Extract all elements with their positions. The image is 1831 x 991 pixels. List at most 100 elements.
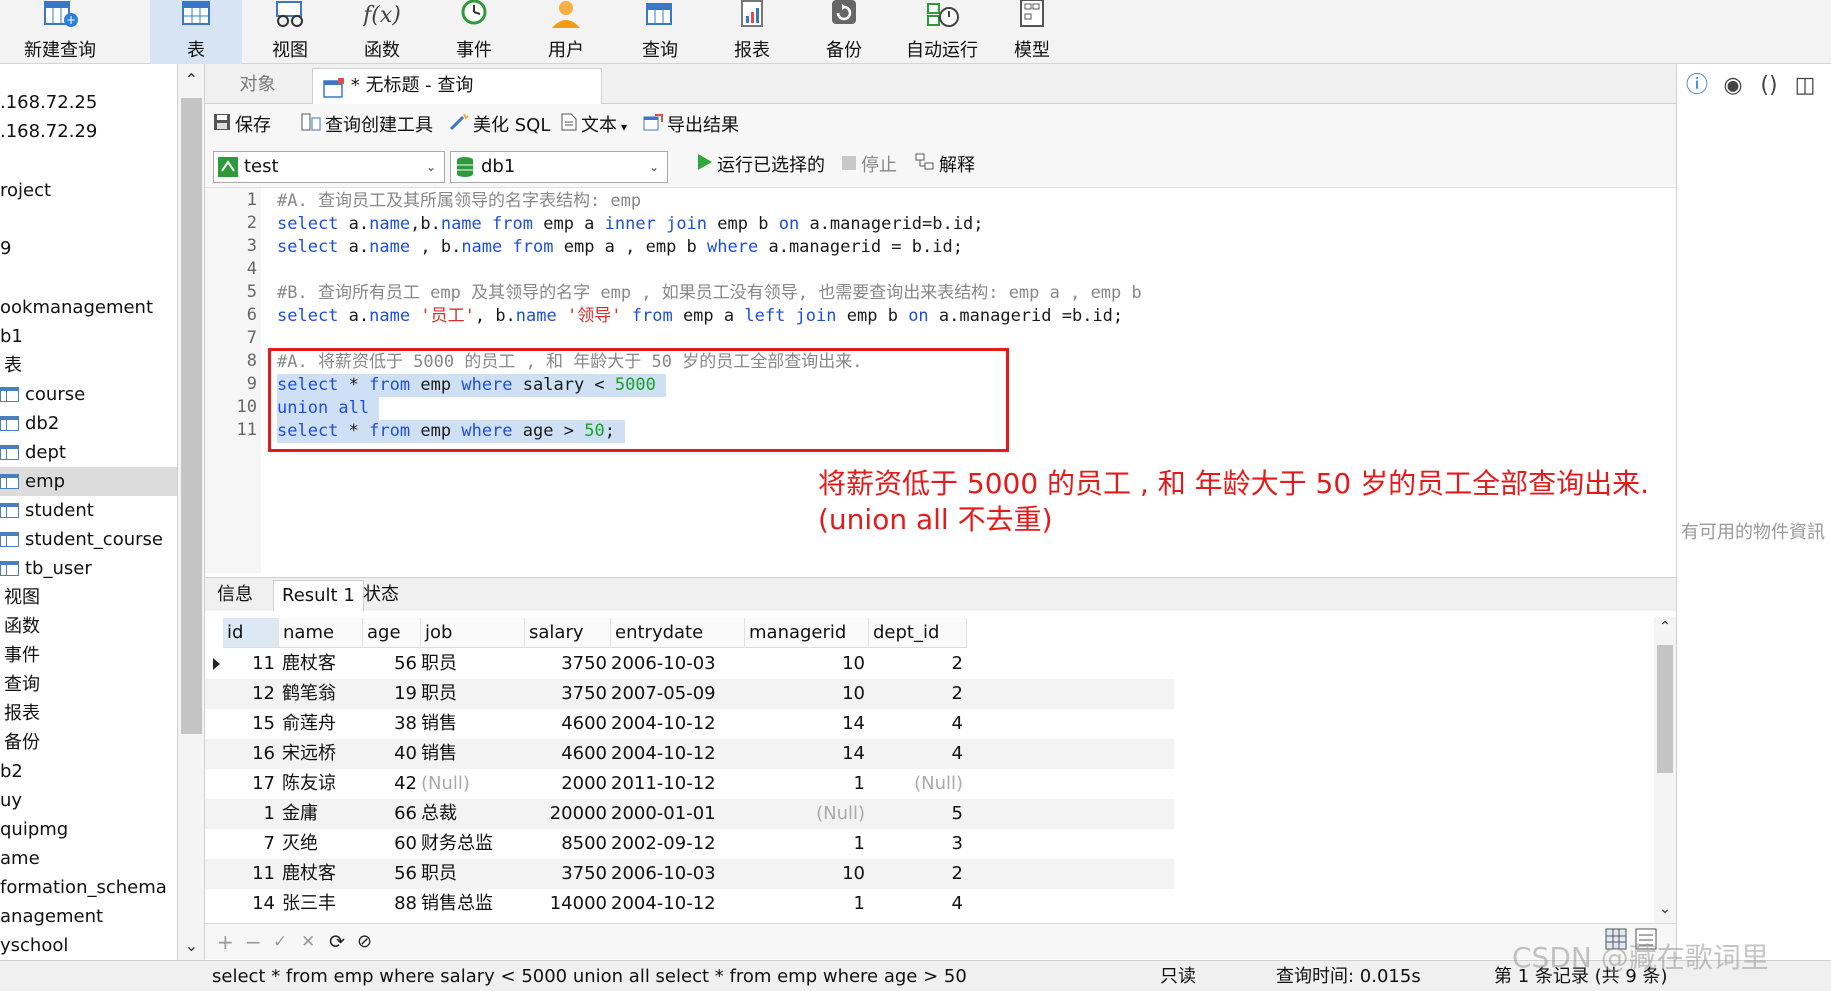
toolbar-backup-button[interactable]: 备份 (798, 0, 890, 64)
cell-entrydate[interactable]: 2002-09-12 (611, 829, 745, 859)
toolbar-new-query-button[interactable]: + 新建查询 (10, 0, 110, 64)
tab-status[interactable]: 状态 (355, 580, 407, 612)
cell-managerid[interactable]: 10 (745, 649, 869, 679)
cell-name[interactable]: 鹤笔翁 (279, 679, 363, 709)
cell-managerid[interactable]: 14 (745, 709, 869, 739)
nav-item-queries[interactable]: 查询 (0, 670, 177, 699)
cell-dept-id[interactable]: 2 (869, 859, 967, 889)
nav-item-bookmanagement[interactable]: ookmanagement (0, 293, 177, 322)
nav-item-myschool[interactable]: yschool (0, 931, 177, 960)
apply-changes-icon[interactable]: ✓ (273, 930, 287, 954)
nav-item-connection-29[interactable]: .168.72.29 (0, 117, 177, 146)
cell-name[interactable]: 鹿杖客 (279, 649, 363, 679)
cell-id[interactable]: 16 (223, 739, 279, 769)
column-header-managerid[interactable]: managerid (745, 618, 869, 648)
nav-item-project[interactable]: roject (0, 176, 177, 205)
cell-job[interactable]: (Null) (421, 769, 525, 799)
toolbar-function-button[interactable]: f(x) 函数 (336, 0, 428, 64)
stop-query-icon[interactable]: ⊘ (357, 930, 372, 954)
cell-entrydate[interactable]: 2000-01-01 (611, 799, 745, 829)
cell-id[interactable]: 12 (223, 679, 279, 709)
cell-entrydate[interactable]: 2006-10-03 (611, 859, 745, 889)
toolbar-report-button[interactable]: 报表 (706, 0, 798, 64)
cell-job[interactable]: 职员 (421, 679, 525, 709)
nav-item-buy[interactable]: uy (0, 786, 177, 815)
add-record-icon[interactable]: + (217, 930, 234, 954)
connection-select[interactable]: test ⌄ (213, 151, 445, 183)
cell-salary[interactable]: 3750 (525, 679, 611, 709)
database-select[interactable]: db1 ⌄ (450, 151, 668, 183)
cell-name[interactable]: 俞莲舟 (279, 709, 363, 739)
table-row[interactable]: 7 灭绝 60 财务总监 8500 2002-09-12 1 3 (205, 829, 1174, 859)
cell-id[interactable]: 11 (223, 649, 279, 679)
cell-salary[interactable]: 4600 (525, 739, 611, 769)
table-row[interactable]: 11 鹿杖客 56 职员 3750 2006-10-03 10 2 (205, 649, 1174, 679)
nav-item-db1[interactable]: b1 (0, 322, 177, 351)
cell-id[interactable]: 7 (223, 829, 279, 859)
cell-job[interactable]: 销售 (421, 709, 525, 739)
table-row[interactable]: 17 陈友谅 42 (Null) 2000 2011-10-12 1 (Null… (205, 769, 1174, 799)
nav-item-backups[interactable]: 备份 (0, 728, 177, 757)
toolbar-user-button[interactable]: 用户 (520, 0, 612, 64)
cell-age[interactable]: 56 (363, 859, 421, 889)
nav-item-views[interactable]: 视图 (0, 583, 177, 612)
column-header-entrydate[interactable]: entrydate (611, 618, 745, 648)
cell-age[interactable]: 88 (363, 889, 421, 919)
query-builder-button[interactable]: 查询创建工具 (301, 113, 433, 139)
cell-entrydate[interactable]: 2011-10-12 (611, 769, 745, 799)
cell-salary[interactable]: 8500 (525, 829, 611, 859)
cell-entrydate[interactable]: 2004-10-12 (611, 889, 745, 919)
nav-item-table-db2[interactable]: db2 (0, 409, 177, 438)
nav-item-table-student-course[interactable]: student_course (0, 525, 177, 554)
info-icon[interactable]: ⓘ (1685, 74, 1709, 98)
cell-dept-id[interactable]: 4 (869, 709, 967, 739)
cell-age[interactable]: 66 (363, 799, 421, 829)
nav-item-table-dept[interactable]: dept (0, 438, 177, 467)
scroll-down-icon[interactable]: ⌄ (178, 936, 205, 955)
cell-managerid[interactable]: 10 (745, 679, 869, 709)
cell-dept-id[interactable]: (Null) (869, 769, 967, 799)
table-row[interactable]: 16 宋远桥 40 销售 4600 2004-10-12 14 4 (205, 739, 1174, 769)
cell-dept-id[interactable]: 3 (869, 829, 967, 859)
save-button[interactable]: 保存 (213, 113, 271, 139)
nav-item-equipmg[interactable]: quipmg (0, 815, 177, 844)
nav-item-tables[interactable]: 表 (0, 351, 177, 380)
cell-dept-id[interactable]: 5 (869, 799, 967, 829)
cell-managerid[interactable]: (Null) (745, 799, 869, 829)
cell-job[interactable]: 销售 (421, 739, 525, 769)
nav-item-events[interactable]: 事件 (0, 641, 177, 670)
refresh-icon[interactable]: ⟳ (329, 930, 345, 954)
cell-salary[interactable]: 14000 (525, 889, 611, 919)
nav-item-9[interactable]: 9 (0, 234, 177, 263)
cell-age[interactable]: 38 (363, 709, 421, 739)
toolbar-query-button[interactable]: 查询 (614, 0, 706, 64)
cell-job[interactable]: 职员 (421, 649, 525, 679)
cell-job[interactable]: 职员 (421, 859, 525, 889)
cell-job[interactable]: 总裁 (421, 799, 525, 829)
toolbar-auto-run-button[interactable]: 自动运行 (892, 0, 992, 64)
table-row[interactable]: 1 金庸 66 总裁 20000 2000-01-01 (Null) 5 (205, 799, 1174, 829)
cell-salary[interactable]: 2000 (525, 769, 611, 799)
grid-scrollbar[interactable]: ⌃ ⌄ (1654, 617, 1676, 923)
nav-item-information-schema[interactable]: formation_schema (0, 873, 177, 902)
nav-item-connection-25[interactable]: .168.72.25 (0, 88, 177, 117)
nav-item-db2[interactable]: b2 (0, 757, 177, 786)
cell-age[interactable]: 40 (363, 739, 421, 769)
delete-record-icon[interactable]: − (245, 930, 262, 954)
nav-item-table-emp[interactable]: emp (0, 467, 177, 496)
nav-item-management[interactable]: anagement (0, 902, 177, 931)
stop-button[interactable]: 停止 (841, 153, 897, 179)
toolbar-table-button[interactable]: 表 (150, 0, 242, 64)
cell-dept-id[interactable]: 4 (869, 889, 967, 919)
cell-job[interactable]: 财务总监 (421, 829, 525, 859)
tab-info[interactable]: 信息 (209, 580, 261, 612)
nav-item-table-course[interactable]: course (0, 380, 177, 409)
cell-id[interactable]: 1 (223, 799, 279, 829)
explain-button[interactable]: 解释 (915, 153, 975, 179)
cell-id[interactable]: 14 (223, 889, 279, 919)
tab-query[interactable]: * 无标题 - 查询 (312, 68, 602, 104)
cell-name[interactable]: 鹿杖客 (279, 859, 363, 889)
column-header-id[interactable]: id (223, 618, 279, 648)
column-header-age[interactable]: age (363, 618, 421, 648)
cell-salary[interactable]: 3750 (525, 859, 611, 889)
